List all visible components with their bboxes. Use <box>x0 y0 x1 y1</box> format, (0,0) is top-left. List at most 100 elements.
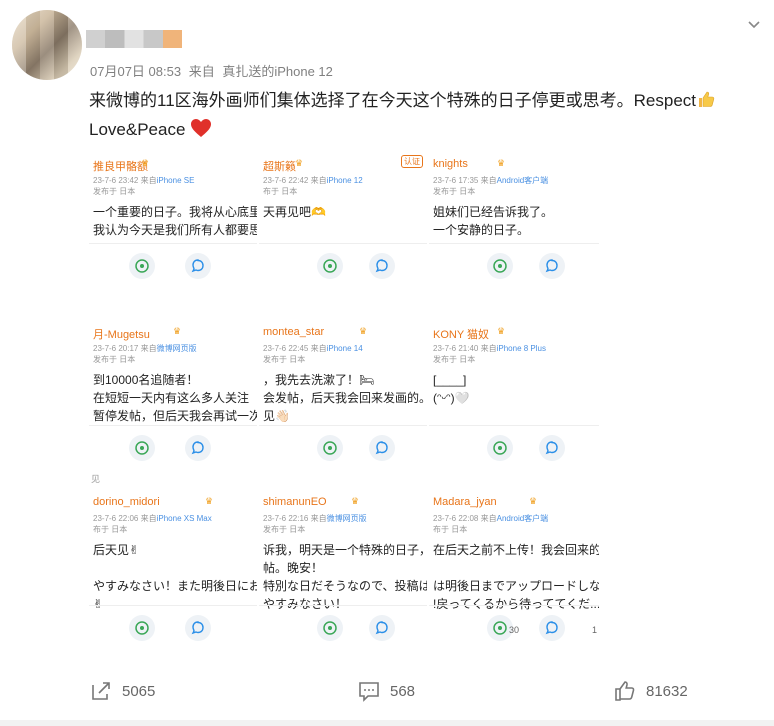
card-divider <box>259 605 427 606</box>
wechat-share-icon[interactable] <box>129 435 155 461</box>
card-text-line: !戻ってくるから待っててくだ... <box>433 597 599 611</box>
card-username: 月-Mugetsu <box>93 329 150 341</box>
vip-crown-icon: ♛ <box>205 496 214 506</box>
card-text-line: 天再见吧🫶 <box>263 205 326 219</box>
comment-icon <box>359 682 379 702</box>
like-icon <box>615 681 635 701</box>
screenshot-card[interactable]: 超斯籁 ♛ 23-7-6 22:42 来自iPhone 12 布于 日本 天再见吧🫶 认… <box>259 151 427 317</box>
card-source-prefix: 来自 <box>310 514 327 523</box>
screenshot-card[interactable]: montea_star ♛ 23-7-6 22:45 来自iPhone 14 发布于… <box>259 319 427 487</box>
card-meta: 23-7-6 22:16 来自微博网页版发布于 日本 <box>263 513 367 535</box>
card-text-line: 会发帖，后天我会回来发画的。 <box>263 391 427 405</box>
author-avatar[interactable] <box>12 10 82 80</box>
card-divider <box>259 243 427 244</box>
card-location: 发布于 日本 <box>263 355 306 364</box>
card-date: 23-7-6 22:08 <box>433 514 479 523</box>
post-meta: 07月07日 08:53 来自 真扎送的iPhone 12 <box>90 61 333 80</box>
card-divider <box>89 243 257 244</box>
card-text-line: 在后天之前不上传！我会回来的， <box>433 543 599 557</box>
vip-crown-icon: ♛ <box>529 496 538 506</box>
qq-share-icon[interactable] <box>369 615 395 641</box>
card-divider <box>429 425 599 426</box>
wechat-share-icon[interactable] <box>487 253 513 279</box>
wechat-share-icon[interactable] <box>129 253 155 279</box>
card-text-line: ，我先去洗漱了！🛏 <box>263 373 375 387</box>
repost-button[interactable]: 5065 <box>90 680 155 702</box>
screenshot-card[interactable]: Madara_jyan ♛ 23-7-6 22:08 来自Android客户端 布于… <box>429 489 599 651</box>
card-date: 23-7-6 20:17 <box>93 344 139 353</box>
card-text-line: ✌ <box>93 597 104 611</box>
post-source-prefix: 来自 <box>188 64 215 79</box>
qq-share-icon[interactable] <box>539 615 565 641</box>
card-date: 23-7-6 22:16 <box>263 514 309 523</box>
card-date: 23-7-6 22:45 <box>263 344 309 353</box>
qq-share-icon[interactable] <box>185 435 211 461</box>
card-divider <box>259 425 427 426</box>
card-source-prefix: 来自 <box>480 344 497 353</box>
qq-share-icon[interactable] <box>185 253 211 279</box>
qq-share-icon[interactable] <box>539 435 565 461</box>
comment-button[interactable]: 568 <box>358 680 415 702</box>
vip-crown-icon: ♛ <box>497 158 506 168</box>
card-location: 发布于 日本 <box>93 187 136 196</box>
card-username: dorino_midori <box>93 496 160 508</box>
card-location: 布于 日本 <box>93 525 128 534</box>
card-meta: 23-7-6 21:40 来自iPhone 8 Plus 发布于 日本 <box>433 343 546 365</box>
wechat-share-icon[interactable] <box>487 435 513 461</box>
screenshot-card[interactable]: shimanunEO ♛ 23-7-6 22:16 来自微博网页版发布于 日本诉我… <box>259 489 427 651</box>
author-name-redacted[interactable] <box>86 30 182 48</box>
repost-count: 5065 <box>122 682 156 700</box>
screenshot-card[interactable]: dorino_midori ♛ 23-7-6 22:06 来自iPhone XS … <box>89 489 257 651</box>
card-text-line: 诉我，明天是一个特殊的日子，所 <box>263 543 427 557</box>
card-text-line: やすみなさい！また明後日にお <box>93 579 257 593</box>
card-meta: 23-7-6 23:42 来自iPhone SE 发布于 日本 <box>93 175 194 197</box>
wechat-share-icon[interactable] <box>129 615 155 641</box>
card-like-count: 1 <box>591 625 597 635</box>
qq-share-icon[interactable] <box>539 253 565 279</box>
card-username: 超斯籁 <box>263 161 296 173</box>
like-count: 81632 <box>646 682 688 700</box>
card-source-prefix: 来自 <box>310 344 327 353</box>
card-source: iPhone 8 Plus <box>496 344 546 353</box>
card-text-line: 到10000名追随者！ <box>93 373 199 387</box>
qq-share-icon[interactable] <box>185 615 211 641</box>
post-source: 真扎送的iPhone 12 <box>222 64 333 79</box>
card-text-line: 我认为今天是我们所有人都要思考 <box>93 223 257 237</box>
card-location: 发布于 日本 <box>93 355 136 364</box>
card-source: iPhone 12 <box>326 176 363 185</box>
card-source: 微博网页版 <box>326 514 367 523</box>
card-meta: 23-7-6 22:06 来自iPhone XS Max 布于 日本 <box>93 513 212 535</box>
post-text-line-2: Love&Peace <box>89 115 749 144</box>
screenshot-card[interactable]: 月-Mugetsu ♛ 23-7-6 20:17 来自微博网页版 发布于 日本 到10… <box>89 319 257 487</box>
card-text-line: 见👋🏻 <box>263 409 290 423</box>
card-text-line: 后天见✌ <box>93 543 140 557</box>
qq-share-icon[interactable] <box>369 435 395 461</box>
screenshot-card[interactable]: KONY 猫奴 ♛ 23-7-6 21:40 来自iPhone 8 Plus 发布于… <box>429 319 599 487</box>
wechat-share-icon[interactable] <box>317 253 343 279</box>
card-source: Android客户端 <box>496 176 549 185</box>
image-grid: 推良甲骼额 ♛ 23-7-6 23:42 来自iPhone SE 发布于 日本 一个重… <box>89 151 599 651</box>
card-username: montea_star <box>263 326 325 338</box>
card-username: Madara_jyan <box>433 496 497 508</box>
like-button[interactable]: 81632 <box>614 680 688 702</box>
card-username: shimanunEO <box>263 496 327 508</box>
comment-count: 568 <box>390 682 416 700</box>
wechat-share-icon[interactable] <box>317 615 343 641</box>
post-text-line-1: 来微博的11区海外画师们集体选择了在今天这个特殊的日子停更或思考。Respect <box>89 86 749 115</box>
card-source: iPhone SE <box>156 176 195 185</box>
chevron-down-icon[interactable] <box>746 16 762 32</box>
card-date: 23-7-6 17:35 <box>433 176 479 185</box>
vip-crown-icon: ♛ <box>351 496 360 506</box>
screenshot-card[interactable]: knights ♛ 23-7-6 17:35 来自Android客户端 发布于 日本… <box>429 151 599 317</box>
qq-share-icon[interactable] <box>369 253 395 279</box>
card-source-prefix: 来自 <box>310 176 327 185</box>
card-location: 发布于 日本 <box>263 525 306 534</box>
post-time[interactable]: 07月07日 08:53 <box>90 64 181 79</box>
card-source-prefix: 来自 <box>140 514 157 523</box>
card-username: knights <box>433 158 468 170</box>
screenshot-card[interactable]: 推良甲骼额 ♛ 23-7-6 23:42 来自iPhone SE 发布于 日本 一个重… <box>89 151 257 317</box>
wechat-share-icon[interactable] <box>317 435 343 461</box>
card-source: Android客户端 <box>496 514 549 523</box>
post-actions-bar: 5065 568 81632 <box>0 680 774 716</box>
card-divider <box>89 425 257 426</box>
